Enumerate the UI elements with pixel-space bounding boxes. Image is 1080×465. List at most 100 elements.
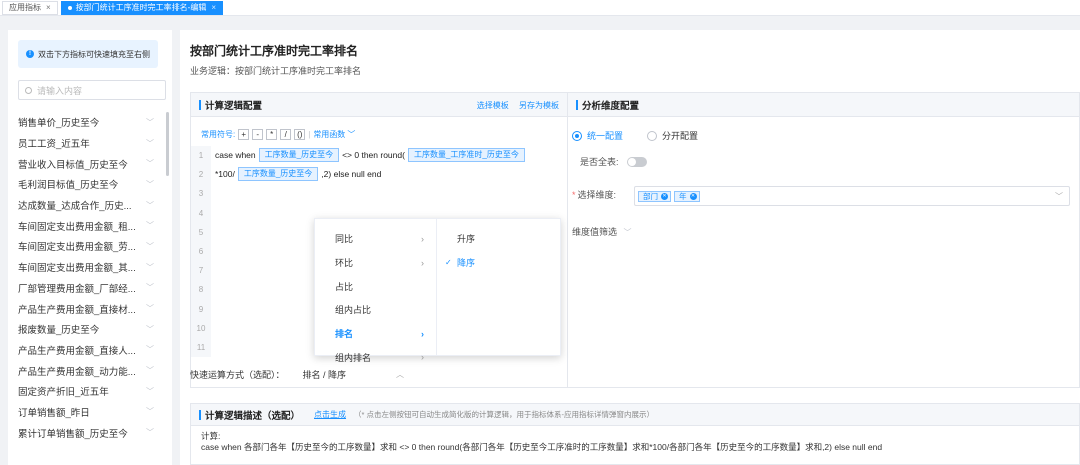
list-item[interactable]: 车间固定支出费用金额_其... ﹀ xyxy=(18,257,158,278)
menu-item-group-ratio[interactable]: 组内占比 xyxy=(315,298,436,322)
radio-unified[interactable] xyxy=(572,130,582,141)
list-item-label: 车间固定支出费用金额_其... xyxy=(18,263,136,275)
metric-token[interactable]: 工序数量_历史至今 xyxy=(258,148,340,162)
symbol-toolbar: 常用符号: + - * / () | 常用函数 ﹀ xyxy=(201,128,355,140)
menu-item-descending[interactable]: ✓ 降序 xyxy=(437,251,560,275)
list-item[interactable]: 固定资产折旧_近五年 ﹀ xyxy=(18,381,158,402)
tab-label: 应用指标 xyxy=(9,3,41,12)
code-text: ,2) else null end xyxy=(321,169,382,179)
multiply-symbol-button[interactable]: * xyxy=(266,128,278,140)
page-subtitle: 业务逻辑：按部门统计工序准时完工率排名 xyxy=(190,66,362,76)
list-item[interactable]: 产品生产费用金额_直接人... ﹀ xyxy=(18,340,158,361)
menu-primary-column: 同比 › 环比 › 占比 组内占比 排名 › 组内排名 › xyxy=(315,219,437,363)
list-item-label: 车间固定支出费用金额_租... xyxy=(18,221,136,233)
section-marker xyxy=(199,409,201,420)
desc-calc-label: 计算: xyxy=(201,431,221,441)
metric-token[interactable]: 工序数量_历史至今 xyxy=(237,167,319,181)
chevron-down-icon: ﹀ xyxy=(146,159,154,169)
dimension-filter[interactable]: 维度值筛选 ﹀ xyxy=(572,225,632,238)
quick-calc-row[interactable]: 快速运算方式（选配）： 排名 / 降序 ︿ xyxy=(190,368,404,381)
chevron-up-icon: ︿ xyxy=(396,370,405,379)
line-number: 11 xyxy=(196,342,206,352)
chevron-down-icon: ﹀ xyxy=(146,241,154,251)
menu-item-label: 组内占比 xyxy=(335,305,372,316)
menu-item-mom[interactable]: 环比 › xyxy=(315,251,436,275)
menu-item-rank[interactable]: 排名 › xyxy=(315,322,436,346)
search-placeholder: 请输入内容 xyxy=(37,85,83,96)
code-line-1: case when 工序数量_历史至今 <> 0 then round( 工序数… xyxy=(215,148,528,162)
menu-item-yoy[interactable]: 同比 › xyxy=(315,227,436,251)
divide-symbol-button[interactable]: / xyxy=(280,128,292,140)
line-number: 8 xyxy=(198,285,204,295)
code-text: <> 0 then round( xyxy=(342,150,405,160)
list-item[interactable]: 厂部管理费用金额_厂部经... ﹀ xyxy=(18,278,158,299)
chevron-down-icon: ﹀ xyxy=(347,129,356,139)
menu-item-group-rank[interactable]: 组内排名 › xyxy=(315,345,436,369)
dimension-tag: 部门 ✕ xyxy=(638,190,671,202)
sidebar-scrollbar[interactable] xyxy=(166,112,169,176)
radio-separate-label[interactable]: 分开配置 xyxy=(662,129,698,142)
save-template-link[interactable]: 另存为模板 xyxy=(519,101,559,110)
desc-body: 计算: case when 各部门各年【历史至今的工序数量】求和 <> 0 th… xyxy=(191,426,1079,458)
line-gutter: 1 2 3 4 5 6 7 8 9 10 11 xyxy=(191,146,211,357)
list-item-label: 车间固定支出费用金额_劳... xyxy=(18,242,136,254)
tab-edit-metric[interactable]: 按部门统计工序准时完工率排名-编辑 × xyxy=(60,0,224,15)
desc-header: 计算逻辑描述（选配） 点击生成 （* 点击左侧按钮可自动生成简化版的计算逻辑，用… xyxy=(191,404,1079,426)
functions-dropdown[interactable]: 常用函数 xyxy=(313,129,345,140)
generate-link[interactable]: 点击生成 xyxy=(314,409,346,420)
plus-symbol-button[interactable]: + xyxy=(238,128,250,140)
chevron-down-icon: ﹀ xyxy=(146,179,154,189)
list-item-label: 达成数量_达成合作_历史... xyxy=(18,201,132,213)
info-icon: ! xyxy=(26,50,34,58)
code-text: *100/ xyxy=(215,169,235,179)
menu-item-ascending[interactable]: 升序 xyxy=(437,227,560,251)
metric-token[interactable]: 工序数量_工序准时_历史至今 xyxy=(407,148,525,162)
menu-item-ratio[interactable]: 占比 xyxy=(315,274,436,298)
list-item[interactable]: 达成数量_达成合作_历史... ﹀ xyxy=(18,195,158,216)
select-template-link[interactable]: 选择模板 xyxy=(477,101,509,110)
tab-app-metrics[interactable]: 应用指标 × xyxy=(2,0,58,15)
chevron-down-icon: ﹀ xyxy=(146,407,154,417)
dimension-tag: 年 ✕ xyxy=(674,190,700,202)
list-item-label: 报废数量_历史至今 xyxy=(18,325,100,337)
line-number: 5 xyxy=(198,227,204,237)
list-item[interactable]: 产品生产费用金额_直接材... ﹀ xyxy=(18,298,158,319)
list-item[interactable]: 毛利润目标值_历史至今 ﹀ xyxy=(18,174,158,195)
list-item-label: 厂部管理费用金额_厂部经... xyxy=(18,283,136,295)
list-item[interactable]: 销售单价_历史至今 ﹀ xyxy=(18,112,158,133)
list-item-label: 订单销售额_昨日 xyxy=(18,407,90,419)
full-table-toggle[interactable] xyxy=(626,156,647,167)
quick-calc-menu: 同比 › 环比 › 占比 组内占比 排名 › 组内排名 › 升序 ✓ 降序 xyxy=(314,218,561,363)
list-item[interactable]: 报废数量_历史至今 ﹀ xyxy=(18,319,158,340)
section-marker xyxy=(199,99,201,110)
list-item[interactable]: 累计订单销售额_历史至今 ﹀ xyxy=(18,422,158,443)
list-item[interactable]: 营业收入目标值_历史至今 ﹀ xyxy=(18,153,158,174)
menu-sub-column: 升序 ✓ 降序 xyxy=(437,219,560,274)
minus-symbol-button[interactable]: - xyxy=(252,128,264,140)
close-icon[interactable]: × xyxy=(211,3,216,12)
list-item[interactable]: 员工工资_近五年 ﹀ xyxy=(18,133,158,154)
line-number: 10 xyxy=(196,323,206,333)
list-item[interactable]: 车间固定支出费用金额_租... ﹀ xyxy=(18,215,158,236)
close-icon[interactable]: ✕ xyxy=(661,192,668,200)
radio-unified-label[interactable]: 统一配置 xyxy=(587,129,623,142)
chevron-down-icon: ﹀ xyxy=(146,428,154,438)
parens-symbol-button[interactable]: () xyxy=(294,128,306,140)
list-item[interactable]: 车间固定支出费用金额_劳... ﹀ xyxy=(18,236,158,257)
close-icon[interactable]: × xyxy=(46,3,51,12)
search-input[interactable]: 请输入内容 xyxy=(18,80,166,100)
list-item-label: 毛利润目标值_历史至今 xyxy=(18,180,119,192)
chevron-down-icon: ﹀ xyxy=(146,324,154,334)
menu-item-label: 升序 xyxy=(457,234,476,245)
list-item[interactable]: 产品生产费用金额_动力能... ﹀ xyxy=(18,360,158,381)
list-item[interactable]: 订单销售额_昨日 ﹀ xyxy=(18,402,158,423)
close-icon[interactable]: ✕ xyxy=(689,192,697,200)
code-line-2: *100/ 工序数量_历史至今 ,2) else null end xyxy=(215,167,381,181)
chevron-down-icon: ﹀ xyxy=(623,228,632,237)
tag-label: 年 xyxy=(679,191,687,201)
dim-panel-header: 分析维度配置 xyxy=(568,93,1079,117)
dimension-select[interactable]: 部门 ✕ 年 ✕ ﹀ xyxy=(634,186,1070,206)
radio-separate[interactable] xyxy=(647,130,658,141)
menu-item-label: 环比 xyxy=(335,258,354,269)
menu-item-label: 排名 xyxy=(335,329,354,340)
